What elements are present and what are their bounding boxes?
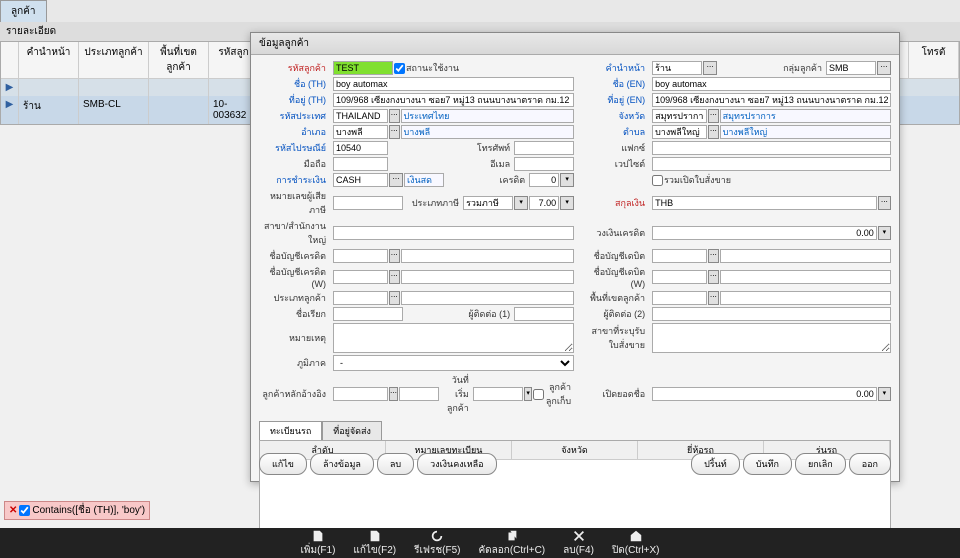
filter-close-icon[interactable]: ✕ (9, 505, 17, 516)
invbranch-input[interactable] (652, 323, 891, 353)
openbill-checkbox[interactable] (652, 175, 663, 186)
status-new[interactable]: เพิ่ม(F1) (300, 529, 335, 558)
tab-customer[interactable]: ลูกค้า (0, 0, 47, 22)
filter-bar[interactable]: ✕ Contains([ชื่อ (TH)], 'boy') (4, 501, 150, 520)
modal-title: ข้อมูลลูกค้า (251, 33, 899, 55)
status-refresh[interactable]: รีเฟรช(F5) (414, 529, 460, 558)
country-lookup[interactable]: ⋯ (389, 109, 400, 123)
currency-input[interactable] (652, 196, 877, 210)
openbalance-input[interactable] (652, 387, 877, 401)
clear-button[interactable]: ล้างข้อมูล (310, 453, 374, 475)
contact1-input[interactable] (514, 307, 574, 321)
contact2-input[interactable] (652, 307, 891, 321)
subdist-lookup[interactable]: ⋯ (708, 125, 719, 139)
group-lookup[interactable]: ⋯ (877, 61, 891, 75)
col-contact[interactable]: โทรตั (909, 42, 959, 78)
customer-modal: ข้อมูลลูกค้า รหัสลูกค้า สถานะใช้งาน คำนำ… (250, 32, 900, 482)
col-type[interactable]: ประเภทลูกค้า (79, 42, 149, 78)
province-text (720, 109, 891, 123)
credit-input[interactable] (529, 173, 559, 187)
province-input[interactable] (652, 109, 707, 123)
website-input[interactable] (652, 157, 891, 171)
creditlimit-input[interactable] (652, 226, 877, 240)
country-input[interactable] (333, 109, 388, 123)
credit-button[interactable]: วงเงินคงเหลือ (417, 453, 496, 475)
walkin-checkbox[interactable] (533, 389, 544, 400)
save-button[interactable]: บันทึก (743, 453, 792, 475)
custarea-input[interactable] (652, 291, 707, 305)
region-select[interactable]: - (333, 355, 574, 371)
mobile-input[interactable] (333, 157, 388, 171)
currency-lookup[interactable]: ⋯ (878, 196, 891, 210)
country-text (401, 109, 575, 123)
prefix-input[interactable] (652, 61, 702, 75)
edit-button[interactable]: แก้ไข (259, 453, 307, 475)
zip-input[interactable] (333, 141, 388, 155)
print-button[interactable]: ปริ้นท์ (691, 453, 740, 475)
status-delete[interactable]: ลบ(F4) (563, 529, 594, 558)
name-th-input[interactable] (333, 77, 574, 91)
filter-checkbox[interactable] (19, 505, 30, 516)
remark-input[interactable] (333, 323, 574, 353)
status-checkbox[interactable] (394, 63, 405, 74)
subdist-text (720, 125, 891, 139)
branch-input[interactable] (333, 226, 574, 240)
status-bar: เพิ่ม(F1) แก้ไข(F2) รีเฟรช(F5) คัดลอก(Ct… (0, 528, 960, 558)
payment-lookup[interactable]: ⋯ (389, 173, 403, 187)
prefix-lookup[interactable]: ⋯ (703, 61, 717, 75)
nickname-input[interactable] (333, 307, 403, 321)
taxrate-input[interactable] (529, 196, 559, 210)
district-text (401, 125, 575, 139)
acc-debitw-input[interactable] (652, 270, 707, 284)
status-copy[interactable]: คัดลอก(Ctrl+C) (478, 529, 545, 558)
addr-en-input[interactable] (652, 93, 891, 107)
tab-registration[interactable]: ทะเบียนรถ (259, 421, 322, 440)
status-close[interactable]: ปิด(Ctrl+X) (612, 529, 660, 558)
acc-credit-input[interactable] (333, 249, 388, 263)
col-area[interactable]: พื้นที่เขตลูกค้า (149, 42, 209, 78)
tab-shipping[interactable]: ที่อยู่จัดส่ง (322, 421, 382, 440)
acc-creditw-input[interactable] (333, 270, 388, 284)
cust-code-input[interactable] (333, 61, 393, 75)
district-input[interactable] (333, 125, 388, 139)
custtype-input[interactable] (333, 291, 388, 305)
status-edit[interactable]: แก้ไข(F2) (353, 529, 396, 558)
taxtype-lookup[interactable]: ▾ (514, 196, 528, 210)
group-input[interactable] (826, 61, 876, 75)
fax-input[interactable] (652, 141, 891, 155)
province-lookup[interactable]: ⋯ (708, 109, 719, 123)
district-lookup[interactable]: ⋯ (389, 125, 400, 139)
addr-th-input[interactable] (333, 93, 574, 107)
credit-lookup[interactable]: ▾ (560, 173, 574, 187)
subdist-input[interactable] (652, 125, 707, 139)
tel-input[interactable] (514, 141, 574, 155)
delete-button[interactable]: ลบ (377, 453, 414, 475)
payment-input[interactable] (333, 173, 388, 187)
taxid-input[interactable] (333, 196, 403, 210)
col-prefix[interactable]: คำนำหน้า (19, 42, 79, 78)
email-input[interactable] (514, 157, 574, 171)
acc-debit-input[interactable] (652, 249, 707, 263)
payment-text (404, 173, 444, 187)
name-en-input[interactable] (652, 77, 891, 91)
startdate-input[interactable] (473, 387, 523, 401)
taxtype-input[interactable] (463, 196, 513, 210)
custref-input[interactable] (333, 387, 388, 401)
exit-button[interactable]: ออก (849, 453, 891, 475)
cancel-button[interactable]: ยกเลิก (795, 453, 846, 475)
filter-text: Contains([ชื่อ (TH)], 'boy') (32, 503, 145, 518)
